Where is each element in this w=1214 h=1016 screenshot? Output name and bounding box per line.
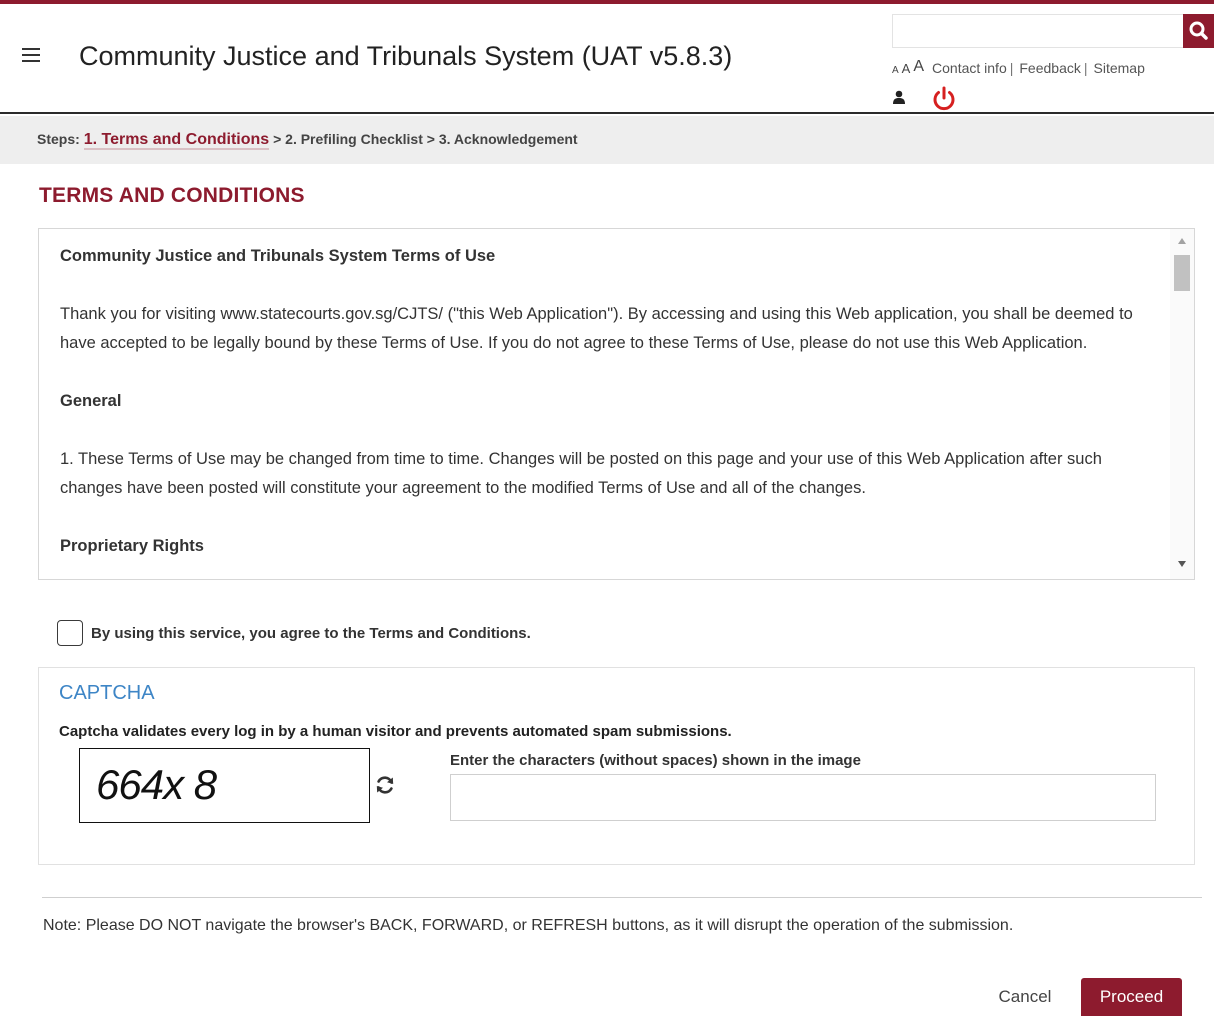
terms-scrollbar[interactable]	[1170, 229, 1194, 579]
header-links: A A A Contact info | Feedback | Sitemap	[892, 54, 1145, 76]
captcha-title: CAPTCHA	[59, 682, 155, 704]
hamburger-menu-icon[interactable]	[22, 48, 40, 62]
captcha-input[interactable]	[450, 774, 1156, 821]
app-title: Community Justice and Tribunals System (…	[79, 41, 733, 71]
step-terms-and-conditions: 1. Terms and Conditions	[83, 131, 270, 150]
font-size-large-button[interactable]: A	[913, 58, 924, 76]
step-prefiling-checklist: 2. Prefiling Checklist	[285, 131, 423, 147]
agree-terms-row[interactable]: By using this service, you agree to the …	[57, 618, 531, 648]
scroll-thumb[interactable]	[1174, 255, 1190, 291]
link-separator: |	[1009, 60, 1014, 76]
captcha-field-label: Enter the characters (without spaces) sh…	[450, 752, 861, 769]
captcha-panel: CAPTCHA Captcha validates every log in b…	[38, 667, 1195, 865]
cancel-button[interactable]: Cancel	[985, 978, 1065, 1016]
search-bar	[892, 14, 1214, 48]
steps-breadcrumb: Steps: 1. Terms and Conditions > 2. Pref…	[37, 131, 578, 150]
site-header: Community Justice and Tribunals System (…	[0, 4, 1214, 114]
scroll-up-arrow-icon[interactable]	[1178, 238, 1186, 244]
steps-bar: Steps: 1. Terms and Conditions > 2. Pref…	[0, 116, 1214, 164]
navigation-warning-note: Note: Please DO NOT navigate the browser…	[43, 917, 1014, 934]
step-arrow: >	[273, 131, 282, 147]
terms-scroll-box[interactable]: Community Justice and Tribunals System T…	[38, 228, 1195, 580]
sitemap-link[interactable]: Sitemap	[1094, 60, 1145, 76]
step-arrow: >	[426, 131, 435, 147]
feedback-link[interactable]: Feedback	[1019, 60, 1080, 76]
link-separator: |	[1083, 60, 1088, 76]
contact-info-link[interactable]: Contact info	[932, 60, 1007, 76]
search-input[interactable]	[892, 14, 1184, 48]
terms-intro: Thank you for visiting www.statecourts.g…	[60, 305, 1133, 352]
magnifier-icon	[1189, 21, 1208, 40]
captcha-image: 664x 8	[79, 748, 370, 823]
proceed-button[interactable]: Proceed	[1081, 978, 1182, 1016]
terms-title: Community Justice and Tribunals System T…	[60, 247, 496, 265]
terms-general-clause-1: 1. These Terms of Use may be changed fro…	[60, 450, 1102, 497]
font-size-medium-button[interactable]: A	[902, 61, 911, 76]
terms-content: Community Justice and Tribunals System T…	[60, 242, 1160, 579]
steps-prefix: Steps:	[37, 131, 80, 147]
font-size-small-button[interactable]: A	[892, 65, 899, 76]
captcha-description: Captcha validates every log in by a huma…	[59, 723, 732, 740]
user-icon[interactable]	[892, 90, 906, 104]
footer-divider	[42, 897, 1202, 898]
agree-terms-label[interactable]: By using this service, you agree to the …	[91, 625, 531, 642]
page-title: TERMS AND CONDITIONS	[39, 184, 305, 207]
scroll-down-arrow-icon[interactable]	[1178, 561, 1186, 567]
terms-proprietary-heading: Proprietary Rights	[60, 537, 204, 555]
step-acknowledgement: 3. Acknowledgement	[438, 131, 578, 147]
terms-general-heading: General	[60, 392, 122, 410]
power-icon[interactable]	[930, 85, 958, 113]
agree-terms-checkbox[interactable]	[57, 620, 83, 646]
captcha-image-text: 664x 8	[96, 761, 217, 808]
search-button[interactable]	[1183, 14, 1214, 48]
refresh-captcha-icon[interactable]	[373, 773, 397, 797]
